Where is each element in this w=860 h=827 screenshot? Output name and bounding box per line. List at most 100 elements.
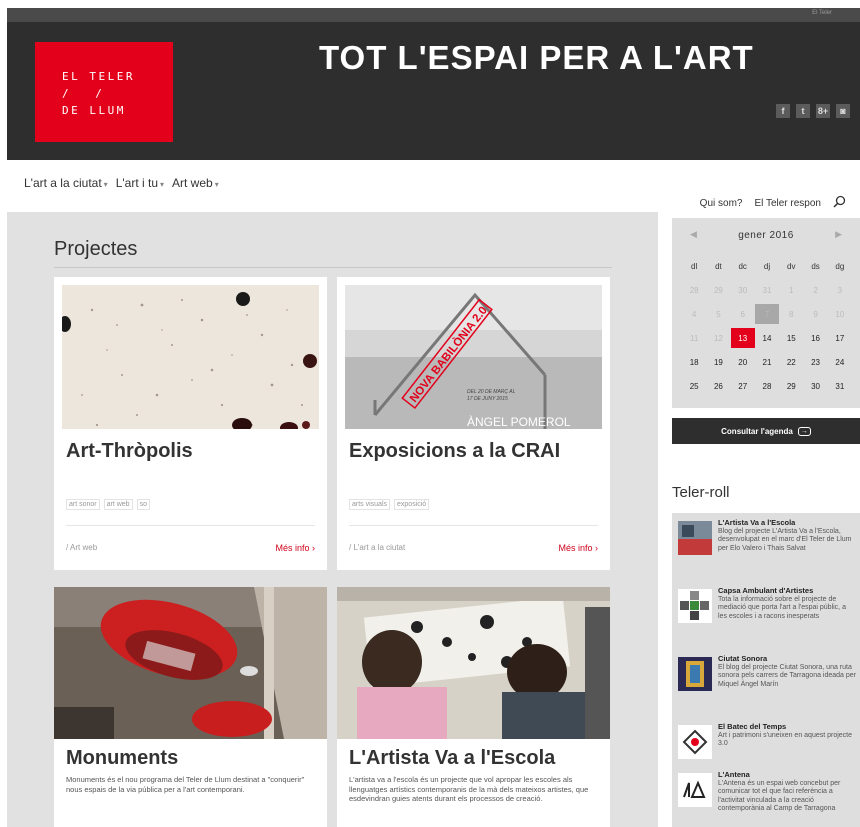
exhibition-artist: ÀNGEL POMEROL (467, 414, 571, 429)
project-card-artista-escola[interactable]: L'Artista Va a l'Escola L'artista va a l… (337, 587, 610, 827)
calendar-day[interactable]: 19 (706, 352, 730, 372)
roll-entry[interactable]: Ciutat Sonora El blog del projecte Ciuta… (676, 654, 856, 693)
roll-entry[interactable]: Capsa Ambulant d'Artistes Tota la inform… (676, 586, 856, 625)
weekday-label: dg (835, 261, 845, 271)
nav-item-art-web[interactable]: Art web ▾ (172, 176, 219, 190)
calendar-day[interactable]: 25 (682, 376, 706, 396)
roll-entry[interactable]: L'Antena L'Antena és un espai web conceb… (676, 770, 856, 814)
calendar-day[interactable]: 31 (828, 376, 852, 396)
roll-thumbnail[interactable] (678, 521, 712, 555)
calendar-day[interactable]: 6 (731, 304, 755, 324)
nav-qui-som[interactable]: Qui som? (700, 198, 743, 209)
project-image[interactable] (337, 587, 610, 739)
calendar-day[interactable]: 30 (803, 376, 827, 396)
project-image[interactable] (62, 285, 319, 429)
calendar-day[interactable]: 2 (803, 280, 827, 300)
logo-line: / / (62, 87, 112, 100)
calendar-day[interactable]: 12 (706, 328, 730, 348)
calendar-day[interactable]: 24 (828, 352, 852, 372)
calendar-day[interactable]: 26 (706, 376, 730, 396)
calendar-day[interactable]: 11 (682, 328, 706, 348)
calendar-day[interactable]: 3 (828, 280, 852, 300)
roll-title: Teler-roll (672, 484, 730, 501)
weekday-label: dv (787, 261, 796, 271)
project-card-art-thropolis[interactable]: Art-Thròpolis art sonor art web so / Art… (54, 277, 327, 570)
instagram-icon[interactable]: ◙ (836, 104, 850, 118)
calendar-day[interactable]: 20 (731, 352, 755, 372)
nav-item-art-ciutat[interactable]: L'art a la ciutat ▾ (24, 176, 108, 190)
calendar-day[interactable]: 7 (754, 304, 780, 324)
roll-thumbnail[interactable] (678, 589, 712, 623)
more-info-label: Més info (275, 543, 310, 553)
agenda-button[interactable]: Consultar l'agenda → (672, 418, 860, 444)
project-title[interactable]: Exposicions a la CRAI (349, 440, 560, 463)
search-icon[interactable] (833, 195, 846, 211)
project-category[interactable]: / Art web (66, 543, 97, 552)
calendar-day[interactable]: 4 (682, 304, 706, 324)
site-logo[interactable]: EL TELER / / DE LLUM (35, 42, 173, 142)
project-title[interactable]: Monuments (66, 747, 178, 770)
project-card-exposicions-crai[interactable]: NOVA BABILÒNIA 2.0 DEL 20 DE MARÇ AL 17 … (337, 277, 610, 570)
next-month-icon[interactable]: ▶ (835, 229, 842, 240)
calendar-day[interactable]: 29 (779, 376, 803, 396)
calendar-day[interactable]: 31 (755, 280, 779, 300)
divider (349, 525, 598, 526)
roll-thumbnail[interactable] (678, 657, 712, 691)
section-title: Projectes (54, 238, 138, 260)
project-category[interactable]: / L'art a la ciutat (349, 543, 405, 552)
calendar-day[interactable]: 28 (755, 376, 779, 396)
category-label: Art web (70, 543, 98, 552)
calendar-day[interactable]: 15 (779, 328, 803, 348)
nav-item-art-tu[interactable]: L'art i tu ▾ (116, 176, 164, 190)
roll-entry-text: Tota la informació sobre el projecte de … (718, 595, 846, 620)
facebook-icon[interactable]: f (776, 104, 790, 118)
roll-thumbnail[interactable] (678, 773, 712, 807)
roll-entry[interactable]: L'Artista Va a l'Escola Blog del project… (676, 518, 856, 557)
roll-entry[interactable]: El Batec del Temps Art i patrimoni s'une… (676, 722, 856, 761)
calendar-day[interactable]: 9 (803, 304, 827, 324)
calendar-day[interactable]: 17 (828, 328, 852, 348)
top-strip-text: El Teler (812, 10, 832, 16)
chevron-down-icon: ▾ (214, 180, 219, 189)
calendar-day[interactable]: 14 (755, 328, 779, 348)
calendar-day[interactable]: 1 (779, 280, 803, 300)
tag[interactable]: art web (103, 499, 133, 510)
tag[interactable]: exposició (394, 499, 430, 510)
calendar-day[interactable]: 16 (803, 328, 827, 348)
calendar-day[interactable]: 21 (755, 352, 779, 372)
calendar-day[interactable]: 29 (706, 280, 730, 300)
nav-teler-respon[interactable]: El Teler respon (754, 198, 821, 209)
calendar-day[interactable]: 28 (682, 280, 706, 300)
calendar-day[interactable]: 13 (730, 328, 755, 348)
more-info-link[interactable]: Més info › (275, 543, 315, 553)
tag[interactable]: art sonor (66, 499, 100, 510)
calendar-day[interactable]: 27 (731, 376, 755, 396)
calendar-day[interactable]: 8 (779, 304, 803, 324)
calendar-day[interactable]: 22 (779, 352, 803, 372)
calendar-day[interactable]: 23 (803, 352, 827, 372)
project-card-monuments[interactable]: Monuments Monuments és el nou programa d… (54, 587, 327, 827)
project-image[interactable]: NOVA BABILÒNIA 2.0 DEL 20 DE MARÇ AL 17 … (345, 285, 602, 429)
calendar-day[interactable]: 5 (706, 304, 730, 324)
nav-label: Art web (172, 176, 213, 190)
twitter-icon[interactable]: t (796, 104, 810, 118)
google-plus-icon[interactable]: 8+ (816, 104, 830, 118)
tag[interactable]: arts visuals (349, 499, 391, 510)
tag[interactable]: so (136, 499, 150, 510)
project-description: L'artista va a l'escola és un projecte q… (349, 775, 589, 803)
events-calendar: ◀ gener 2016 ▶ dl dt dc dj dv ds dg 28 29 30 31 1 2 3… (672, 218, 860, 408)
project-title[interactable]: L'Artista Va a l'Escola (349, 747, 555, 770)
calendar-month: gener 2016 (738, 230, 794, 241)
calendar-day[interactable]: 18 (682, 352, 706, 372)
agenda-label: Consultar l'agenda (721, 426, 793, 436)
more-info-link[interactable]: Més info › (558, 543, 598, 553)
calendar-day[interactable]: 10 (828, 304, 852, 324)
roll-thumbnail[interactable] (678, 725, 712, 759)
project-title[interactable]: Art-Thròpolis (66, 440, 193, 463)
calendar-day[interactable]: 30 (731, 280, 755, 300)
main-nav: L'art a la ciutat ▾ L'art i tu ▾ Art web ▾ (24, 176, 219, 190)
top-strip: El Teler (7, 8, 860, 22)
project-description: Monuments és el nou programa del Teler d… (66, 775, 305, 794)
project-image[interactable] (54, 587, 327, 739)
chevron-right-icon: › (592, 543, 598, 553)
